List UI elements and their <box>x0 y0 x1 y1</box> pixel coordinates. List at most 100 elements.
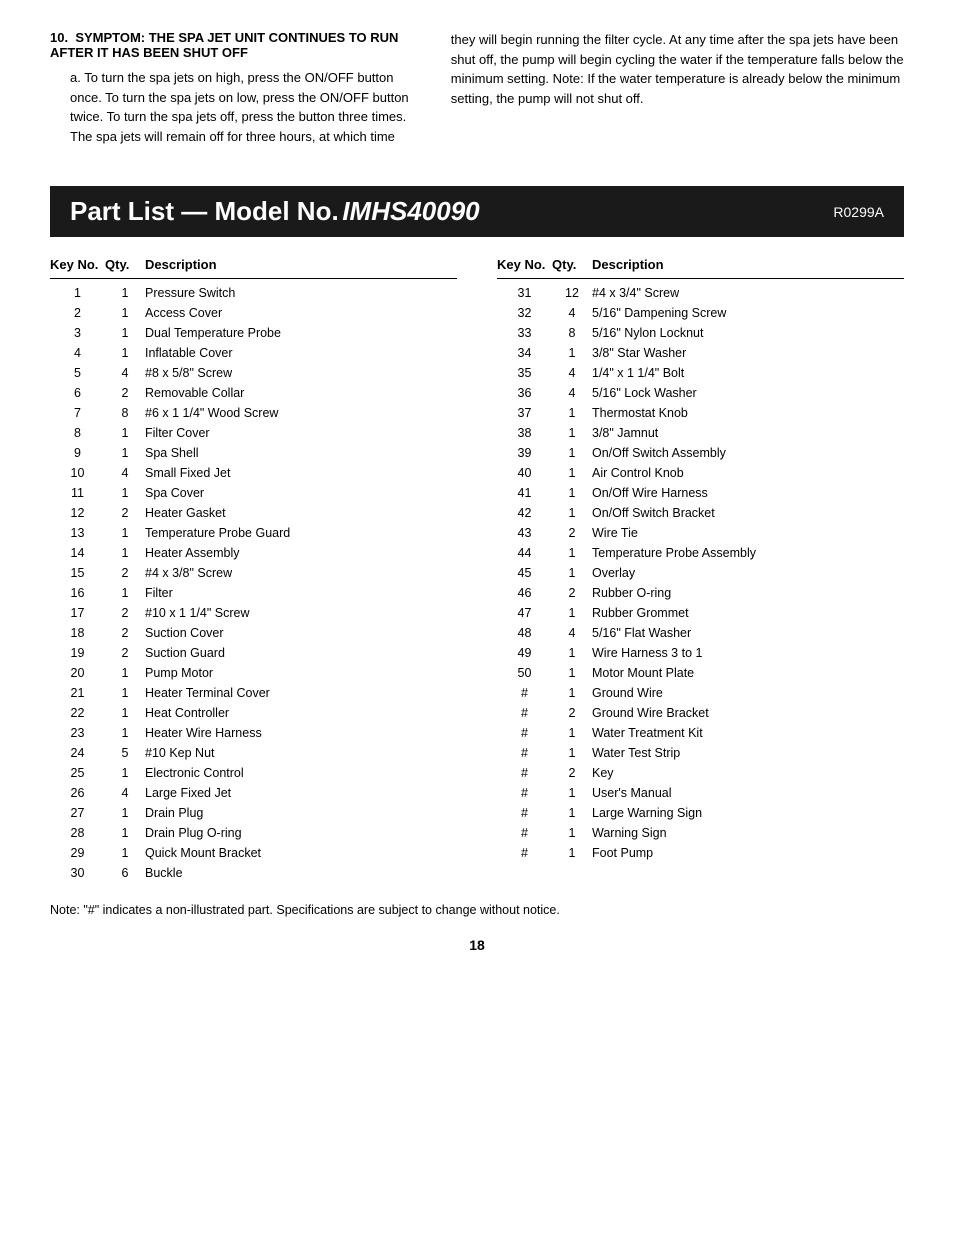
col-headers-right: Key No. Qty. Description <box>497 257 904 279</box>
part-desc: 3/8" Jamnut <box>592 423 904 443</box>
table-row: # 2 Ground Wire Bracket <box>497 703 904 723</box>
part-key: 38 <box>497 423 552 443</box>
part-key: 33 <box>497 323 552 343</box>
part-key: 41 <box>497 483 552 503</box>
part-qty: 4 <box>105 463 145 483</box>
part-desc: Suction Guard <box>145 643 457 663</box>
part-desc: Filter <box>145 583 457 603</box>
table-row: 16 1 Filter <box>50 583 457 603</box>
part-desc: Large Fixed Jet <box>145 783 457 803</box>
part-key: # <box>497 823 552 843</box>
part-qty: 1 <box>105 343 145 363</box>
part-desc: Thermostat Knob <box>592 403 904 423</box>
part-qty: 1 <box>552 423 592 443</box>
table-row: 7 8 #6 x 1 1/4" Wood Screw <box>50 403 457 423</box>
part-key: # <box>497 723 552 743</box>
part-qty: 1 <box>105 763 145 783</box>
part-desc: 5/16" Nylon Locknut <box>592 323 904 343</box>
part-desc: Wire Harness 3 to 1 <box>592 643 904 663</box>
part-key: 6 <box>50 383 105 403</box>
part-qty: 1 <box>105 543 145 563</box>
part-key: 34 <box>497 343 552 363</box>
part-key: 45 <box>497 563 552 583</box>
parts-right-rows: 31 12 #4 x 3/4" Screw 32 4 5/16" Dampeni… <box>497 283 904 863</box>
part-key: 47 <box>497 603 552 623</box>
part-key: 2 <box>50 303 105 323</box>
table-row: 17 2 #10 x 1 1/4" Screw <box>50 603 457 623</box>
table-row: 20 1 Pump Motor <box>50 663 457 683</box>
part-qty: 1 <box>552 603 592 623</box>
part-key: 5 <box>50 363 105 383</box>
part-qty: 1 <box>552 783 592 803</box>
part-desc: Drain Plug <box>145 803 457 823</box>
col-qty-left: Qty. <box>105 257 145 272</box>
part-desc: Drain Plug O-ring <box>145 823 457 843</box>
part-desc: Buckle <box>145 863 457 883</box>
part-qty: 8 <box>552 323 592 343</box>
part-key: 39 <box>497 443 552 463</box>
part-desc: Dual Temperature Probe <box>145 323 457 343</box>
table-row: # 1 User's Manual <box>497 783 904 803</box>
part-qty: 2 <box>105 383 145 403</box>
part-key: 21 <box>50 683 105 703</box>
part-key: 20 <box>50 663 105 683</box>
part-qty: 2 <box>552 703 592 723</box>
table-row: 3 1 Dual Temperature Probe <box>50 323 457 343</box>
part-qty: 6 <box>105 863 145 883</box>
part-desc: Heater Gasket <box>145 503 457 523</box>
part-key: 28 <box>50 823 105 843</box>
part-desc: 5/16" Dampening Screw <box>592 303 904 323</box>
part-key: 30 <box>50 863 105 883</box>
part-qty: 1 <box>105 843 145 863</box>
part-qty: 1 <box>105 683 145 703</box>
part-key: 50 <box>497 663 552 683</box>
part-desc: Motor Mount Plate <box>592 663 904 683</box>
table-row: 13 1 Temperature Probe Guard <box>50 523 457 543</box>
col-desc-left: Description <box>145 257 457 272</box>
part-key: 25 <box>50 763 105 783</box>
part-qty: 1 <box>105 823 145 843</box>
part-key: # <box>497 743 552 763</box>
part-qty: 4 <box>105 363 145 383</box>
part-desc: Ground Wire Bracket <box>592 703 904 723</box>
table-row: 48 4 5/16" Flat Washer <box>497 623 904 643</box>
part-qty: 1 <box>552 563 592 583</box>
table-row: 25 1 Electronic Control <box>50 763 457 783</box>
part-key: # <box>497 763 552 783</box>
table-row: 1 1 Pressure Switch <box>50 283 457 303</box>
part-qty: 1 <box>552 503 592 523</box>
part-key: 3 <box>50 323 105 343</box>
part-qty: 2 <box>105 603 145 623</box>
part-qty: 1 <box>552 463 592 483</box>
table-row: 21 1 Heater Terminal Cover <box>50 683 457 703</box>
part-qty: 1 <box>552 723 592 743</box>
part-desc: Small Fixed Jet <box>145 463 457 483</box>
part-desc: #4 x 3/4" Screw <box>592 283 904 303</box>
part-key: # <box>497 843 552 863</box>
intro-section: 10. SYMPTOM: THE SPA JET UNIT CONTINUES … <box>50 30 904 146</box>
part-qty: 2 <box>552 583 592 603</box>
part-qty: 1 <box>552 543 592 563</box>
part-key: 42 <box>497 503 552 523</box>
part-qty: 1 <box>552 443 592 463</box>
table-row: 12 2 Heater Gasket <box>50 503 457 523</box>
table-row: 36 4 5/16" Lock Washer <box>497 383 904 403</box>
part-key: 23 <box>50 723 105 743</box>
part-key: 14 <box>50 543 105 563</box>
part-key: 7 <box>50 403 105 423</box>
part-key: 43 <box>497 523 552 543</box>
part-desc: Water Test Strip <box>592 743 904 763</box>
table-row: 47 1 Rubber Grommet <box>497 603 904 623</box>
part-list-model: IMHS40090 <box>342 196 479 226</box>
table-row: 33 8 5/16" Nylon Locknut <box>497 323 904 343</box>
part-key: 26 <box>50 783 105 803</box>
table-row: 24 5 #10 Kep Nut <box>50 743 457 763</box>
symptom-title: 10. SYMPTOM: THE SPA JET UNIT CONTINUES … <box>50 30 421 60</box>
part-key: # <box>497 683 552 703</box>
table-row: 27 1 Drain Plug <box>50 803 457 823</box>
part-key: 1 <box>50 283 105 303</box>
table-row: 40 1 Air Control Knob <box>497 463 904 483</box>
part-qty: 2 <box>105 563 145 583</box>
part-desc: #6 x 1 1/4" Wood Screw <box>145 403 457 423</box>
part-key: 46 <box>497 583 552 603</box>
